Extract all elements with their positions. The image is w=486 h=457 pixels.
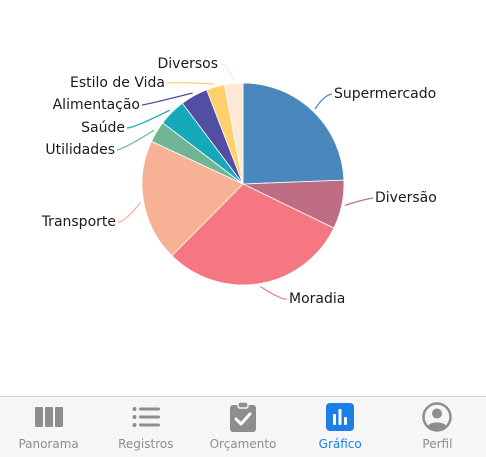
leader-line-transporte bbox=[117, 201, 142, 223]
tab-orcamento[interactable]: Orçamento bbox=[194, 397, 291, 457]
slice-label-diversao: Diversão bbox=[375, 190, 437, 206]
leader-line-diversao bbox=[344, 197, 374, 206]
pie-chart-area: Supermercado Diversão Moradia Transporte Uti… bbox=[0, 0, 486, 396]
tab-panorama[interactable]: Panorama bbox=[0, 397, 97, 457]
tab-bar: Panorama Registros Orçamento Gráfico Per… bbox=[0, 396, 486, 457]
tab-label: Orçamento bbox=[209, 437, 277, 451]
tab-label: Registros bbox=[118, 437, 174, 451]
slice-label-transporte: Transporte bbox=[41, 214, 116, 230]
slice-label-diversos: Diversos bbox=[158, 56, 218, 72]
slice-label-saude: Saúde bbox=[81, 120, 125, 136]
tab-grafico[interactable]: Gráfico bbox=[292, 397, 389, 457]
slice-label-alimentacao: Alimentação bbox=[53, 97, 140, 113]
tab-perfil[interactable]: Perfil bbox=[389, 397, 486, 457]
pie-slice-supermercado[interactable] bbox=[242, 82, 345, 185]
slice-label-estilo-de-vida: Estilo de Vida bbox=[70, 75, 165, 91]
list-icon bbox=[131, 402, 161, 432]
tab-label: Gráfico bbox=[318, 437, 362, 451]
clipboard-check-icon bbox=[228, 402, 258, 432]
tab-label: Panorama bbox=[18, 437, 79, 451]
slice-label-supermercado: Supermercado bbox=[334, 86, 436, 102]
user-circle-icon bbox=[422, 402, 453, 432]
leader-line-estilo-de-vida bbox=[166, 82, 215, 85]
leader-line-diversos bbox=[219, 63, 235, 81]
bar-chart-icon bbox=[325, 402, 355, 432]
slice-label-utilidades: Utilidades bbox=[45, 142, 115, 158]
tab-registros[interactable]: Registros bbox=[97, 397, 194, 457]
leader-line-moradia bbox=[260, 285, 288, 300]
slice-label-moradia: Moradia bbox=[289, 291, 345, 307]
columns-icon bbox=[34, 402, 64, 432]
tab-label: Perfil bbox=[422, 437, 453, 451]
leader-line-supermercado bbox=[314, 93, 333, 110]
pie-chart: Supermercado Diversão Moradia Transporte Uti… bbox=[41, 56, 437, 307]
